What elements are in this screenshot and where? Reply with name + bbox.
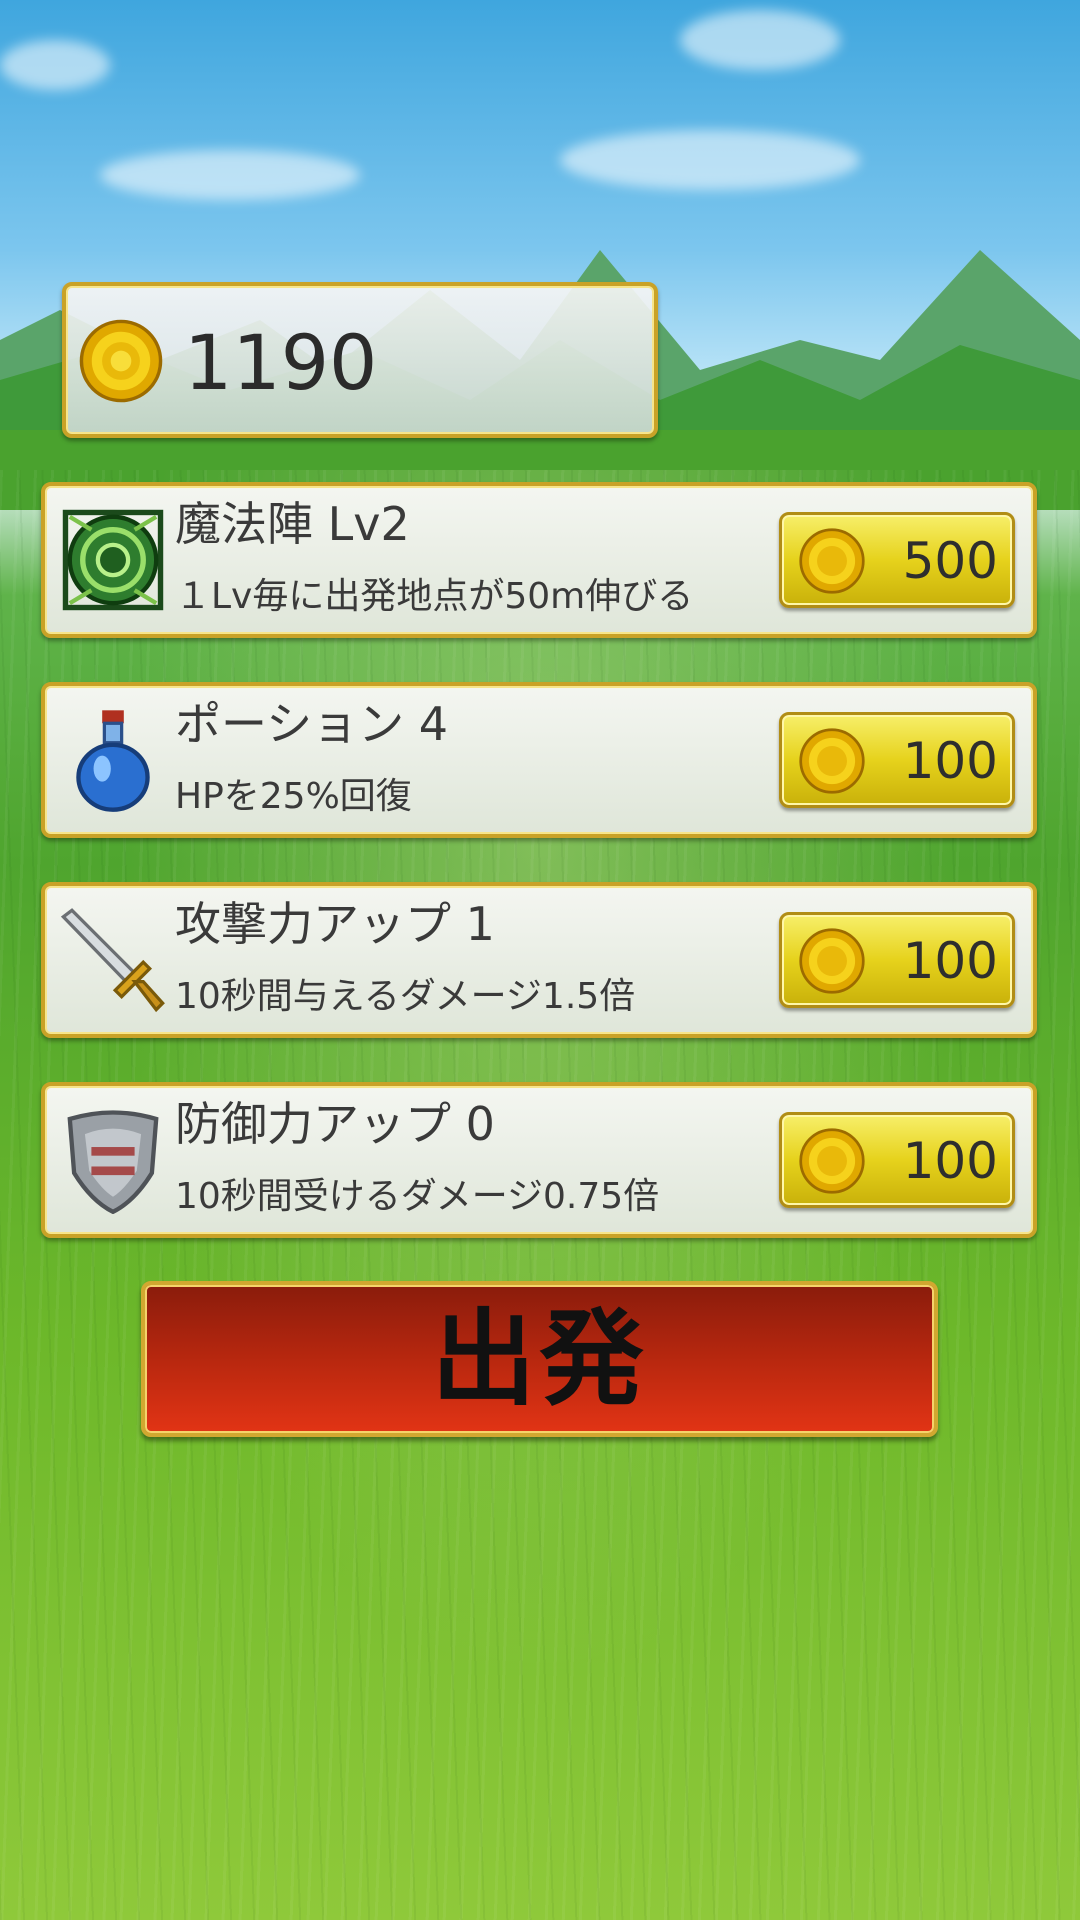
sky-cloud	[100, 150, 360, 200]
gold-coin-icon	[799, 728, 865, 794]
item-price: 100	[902, 1132, 998, 1190]
item-name: 魔法陣 Lv2	[175, 497, 410, 551]
item-description: HPを25%回復	[175, 776, 412, 817]
shop-item-attack-up: 攻撃力アップ 1 10秒間与えるダメージ1.5倍 100	[41, 882, 1037, 1038]
potion-icon	[76, 710, 150, 812]
sky-cloud	[0, 40, 110, 90]
gold-coin-icon	[799, 528, 865, 594]
depart-label: 出発	[431, 1298, 648, 1420]
buy-magic-circle-button[interactable]: 500	[779, 512, 1015, 608]
gold-coin-icon	[79, 319, 163, 403]
depart-button[interactable]: 出発	[141, 1281, 938, 1437]
item-name: 防御力アップ 0	[175, 1097, 495, 1151]
buy-potion-button[interactable]: 100	[779, 712, 1015, 808]
item-price: 100	[902, 732, 998, 790]
item-name: 攻撃力アップ 1	[175, 897, 495, 951]
sky-cloud	[680, 10, 840, 70]
item-description: １Lv毎に出発地点が50m伸びる	[175, 576, 694, 617]
item-description: 10秒間与えるダメージ1.5倍	[175, 976, 636, 1017]
shop-item-defense-up: 防御力アップ 0 10秒間受けるダメージ0.75倍 100	[41, 1082, 1037, 1238]
buy-defense-up-button[interactable]: 100	[779, 1112, 1015, 1208]
item-price: 100	[902, 932, 998, 990]
shop-item-potion: ポーション 4 HPを25%回復 100	[41, 682, 1037, 838]
coin-count: 1190	[184, 318, 378, 407]
item-description: 10秒間受けるダメージ0.75倍	[175, 1176, 660, 1217]
shield-icon	[67, 1110, 159, 1214]
sword-icon	[60, 908, 165, 1013]
gold-coin-icon	[799, 1128, 865, 1194]
coin-counter-panel: 1190	[62, 282, 658, 438]
buy-attack-up-button[interactable]: 100	[779, 912, 1015, 1008]
item-price: 500	[902, 532, 998, 590]
sky-cloud	[560, 130, 860, 190]
gold-coin-icon	[799, 928, 865, 994]
item-name: ポーション 4	[175, 697, 448, 751]
shop-item-magic-circle: 魔法陣 Lv2 １Lv毎に出発地点が50m伸びる 500	[41, 482, 1037, 638]
magic-circle-icon	[62, 509, 164, 611]
